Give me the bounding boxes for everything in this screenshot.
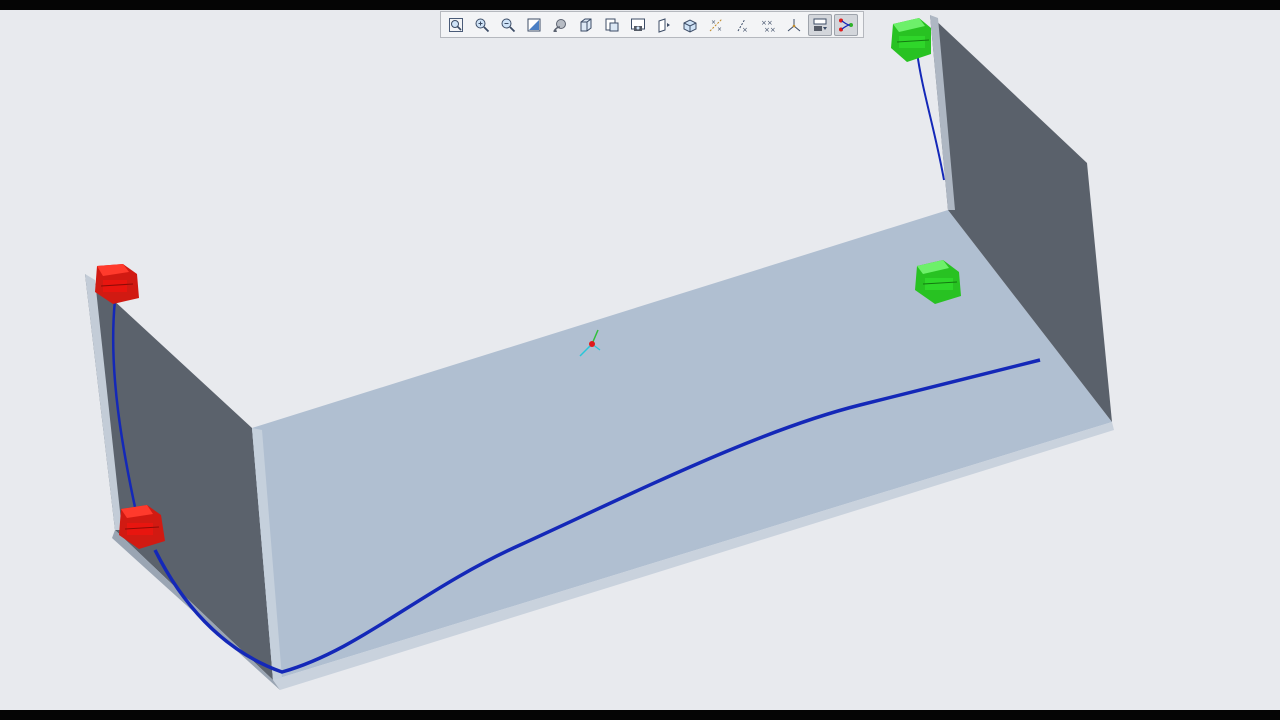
view-toolbar: × × × ×× ×× bbox=[440, 11, 864, 38]
base-panel[interactable] bbox=[252, 210, 1112, 680]
cad-window: × × × ×× ×× bbox=[0, 0, 1280, 720]
perspective-button[interactable] bbox=[626, 14, 650, 36]
model-scene[interactable] bbox=[0, 10, 1280, 710]
refit-icon bbox=[449, 17, 463, 32]
zoom-in-button[interactable] bbox=[470, 14, 494, 36]
repaint-icon bbox=[527, 18, 541, 31]
orient-mode-button[interactable] bbox=[548, 14, 572, 36]
saved-orientations-icon bbox=[580, 18, 592, 31]
graphics-viewport[interactable] bbox=[0, 10, 1280, 710]
annotation-display-icon bbox=[813, 18, 827, 31]
svg-text:×: × bbox=[717, 26, 722, 33]
perspective-icon bbox=[631, 18, 645, 31]
repaint-button[interactable] bbox=[522, 14, 546, 36]
point-tags-icon: ×× ×× bbox=[761, 19, 776, 33]
display-style-button[interactable] bbox=[652, 14, 676, 36]
csys-display-button[interactable] bbox=[782, 14, 806, 36]
harness-display-icon bbox=[839, 18, 853, 31]
csys-display-icon bbox=[787, 18, 801, 31]
datum-points-button[interactable]: × × bbox=[704, 14, 728, 36]
view-manager-icon bbox=[605, 18, 619, 31]
svg-text:××: ×× bbox=[764, 26, 776, 33]
connector-green-top[interactable] bbox=[891, 18, 931, 62]
svg-text:×: × bbox=[711, 19, 716, 26]
zoom-out-icon bbox=[501, 18, 516, 32]
saved-orientations-button[interactable] bbox=[574, 14, 598, 36]
point-tags-button[interactable]: ×× ×× bbox=[756, 14, 780, 36]
orient-mode-icon bbox=[553, 18, 566, 32]
view-manager-button[interactable] bbox=[600, 14, 624, 36]
letterbox-top bbox=[0, 0, 1280, 10]
named-views-button[interactable] bbox=[678, 14, 702, 36]
harness-display-button[interactable] bbox=[834, 13, 858, 36]
annotation-display-button[interactable] bbox=[808, 13, 832, 36]
named-views-icon bbox=[683, 18, 697, 33]
zoom-in-icon bbox=[475, 18, 490, 32]
datum-axes-icon: × bbox=[737, 18, 748, 33]
svg-text:×: × bbox=[742, 26, 748, 33]
refit-button[interactable] bbox=[444, 14, 468, 36]
datum-axes-button[interactable]: × bbox=[730, 14, 754, 36]
display-style-icon bbox=[658, 17, 670, 33]
letterbox-bottom bbox=[0, 710, 1280, 720]
zoom-out-button[interactable] bbox=[496, 14, 520, 36]
datum-points-icon: × × bbox=[709, 18, 723, 33]
